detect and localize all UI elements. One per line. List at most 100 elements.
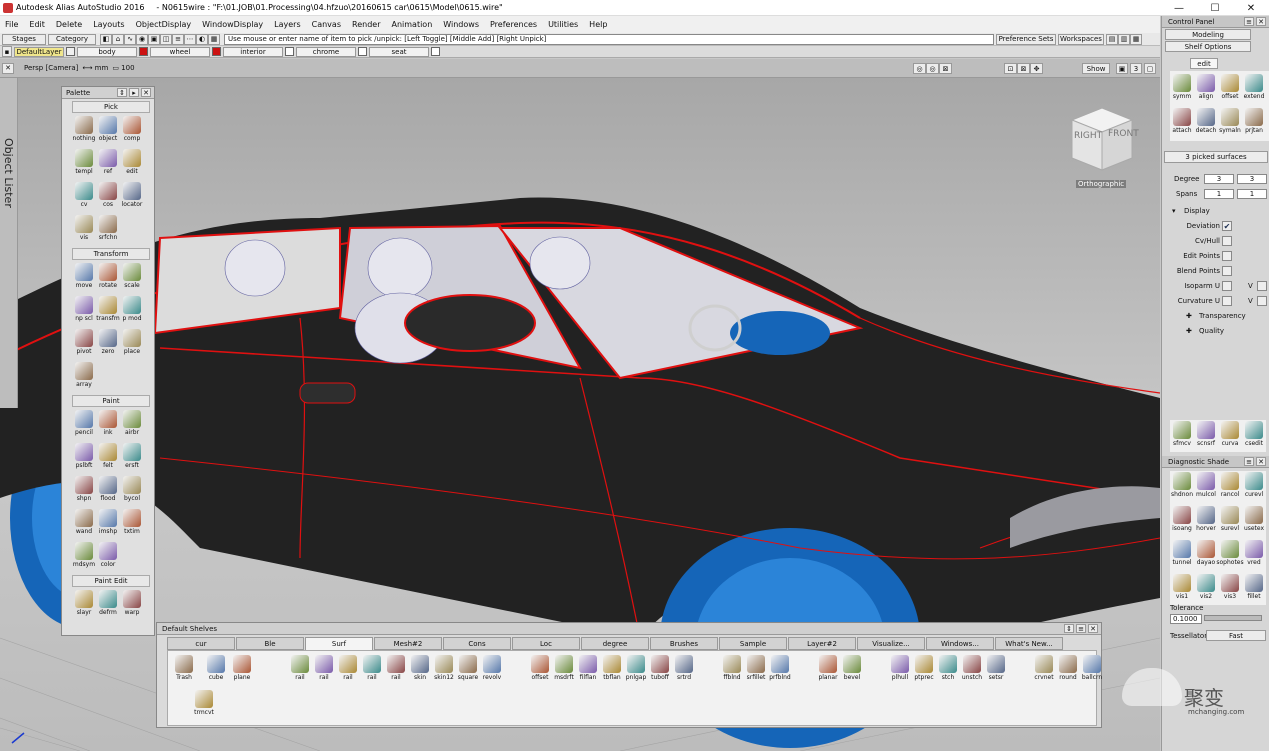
minimize-button[interactable]: — [1161, 0, 1197, 16]
display-option-checkbox[interactable] [1222, 235, 1232, 246]
layer-seat[interactable]: seat [369, 46, 429, 57]
shelf-tool-planar[interactable]: planar [816, 654, 840, 688]
layer-chrome[interactable]: chrome [296, 46, 356, 57]
diag-tool-horver[interactable]: horver [1194, 505, 1218, 537]
shelf-tool-plhull[interactable]: plhull [888, 654, 912, 688]
degree-u-input[interactable]: 3 [1204, 173, 1234, 184]
palette-tool-templ[interactable]: templ [72, 148, 96, 180]
shelf-tool-revolv[interactable]: revolv [480, 654, 504, 688]
shelf-tool-plane[interactable]: plane [230, 654, 254, 688]
show-button[interactable]: Show [1082, 63, 1110, 74]
tool-icon-8[interactable]: ⋯ [184, 33, 196, 45]
view-cube[interactable]: RIGHT FRONT [1066, 104, 1139, 176]
tessellator-dropdown[interactable]: Fast [1206, 630, 1266, 641]
viewport-close-icon[interactable]: ✕ [2, 62, 14, 74]
edit-tool-attach[interactable]: attach [1170, 107, 1194, 139]
shelf-tool-bevel[interactable]: bevel [840, 654, 864, 688]
edit-tool-offset[interactable]: offset [1218, 73, 1242, 105]
degree-v-input[interactable]: 3 [1237, 173, 1267, 184]
palette-resize-icon[interactable]: ⇕ [117, 88, 127, 97]
palette-tool-p-mod[interactable]: p mod [120, 295, 144, 327]
shelf-tool-srtrd[interactable]: srtrd [672, 654, 696, 688]
palette-tool-ref[interactable]: ref [96, 148, 120, 180]
shelf-tool-skin[interactable]: skin [408, 654, 432, 688]
diag-tool-fillet[interactable]: fillet [1242, 573, 1266, 605]
cp-tool-scnsrf[interactable]: scnsrf [1194, 420, 1218, 452]
edit-tab[interactable]: edit [1190, 58, 1218, 69]
menu-windows[interactable]: Windows [438, 20, 485, 29]
shelf-tool-ffblnd[interactable]: ffblnd [720, 654, 744, 688]
object-lister-tab[interactable]: Object Lister [0, 78, 18, 408]
shelf-tab-layer-2[interactable]: Layer#2 [788, 637, 856, 650]
tool-icon-4[interactable]: ◉ [136, 33, 148, 45]
palette-tool-srfchn[interactable]: srfchn [96, 214, 120, 246]
workspaces-button[interactable]: Workspaces [1058, 33, 1104, 45]
view-icon-2[interactable]: ⊠ [1017, 63, 1030, 74]
diag-tool-vis3[interactable]: vis3 [1218, 573, 1242, 605]
view-icon-1[interactable]: ⊡ [1004, 63, 1017, 74]
palette-tool-ersft[interactable]: ersft [120, 442, 144, 474]
pick-prompt-field[interactable]: Use mouse or enter name of item to pick … [224, 33, 994, 45]
layer-color-swatch[interactable] [66, 47, 75, 56]
shelf-tab-visualize-[interactable]: Visualize... [857, 637, 925, 650]
tool-icon-7[interactable]: ≡ [172, 33, 184, 45]
menu-objectdisplay[interactable]: ObjectDisplay [131, 20, 198, 29]
palette-tool-scale[interactable]: scale [120, 262, 144, 294]
shelf-tool-trash[interactable]: Trash [172, 654, 196, 688]
layer-defaultlayer[interactable]: DefaultLayer [14, 46, 64, 57]
palette-tool-shpn[interactable]: shpn [72, 475, 96, 507]
edit-tool-symm[interactable]: symm [1170, 73, 1194, 105]
view-icon-3[interactable]: ✥ [1030, 63, 1043, 74]
palette-tool-nothing[interactable]: nothing [72, 115, 96, 147]
shelves-resize-icon[interactable]: ⇕ [1064, 624, 1074, 633]
shelf-tool-crvnet[interactable]: crvnet [1032, 654, 1056, 688]
palette-section-paint-edit[interactable]: Paint Edit [72, 575, 150, 587]
edit-tool-prjtan[interactable]: prjtan [1242, 107, 1266, 139]
menu-file[interactable]: File [0, 20, 24, 29]
shelf-tool-unstch[interactable]: unstch [960, 654, 984, 688]
palette-tool-vis[interactable]: vis [72, 214, 96, 246]
menu-help[interactable]: Help [584, 20, 613, 29]
close-button[interactable]: ✕ [1233, 0, 1269, 16]
layer-wheel[interactable]: wheel [150, 46, 210, 57]
tolerance-input[interactable]: 0.1000 [1170, 614, 1202, 624]
menu-render[interactable]: Render [347, 20, 386, 29]
transparency-row[interactable]: ✚ Transparency [1162, 308, 1269, 323]
palette-tool-warp[interactable]: warp [120, 589, 144, 621]
tool-icon-2[interactable]: ⌂ [112, 33, 124, 45]
diag-tool-tunnel[interactable]: tunnel [1170, 539, 1194, 571]
shelf-tool-setsr[interactable]: setsr [984, 654, 1008, 688]
diag-tool-usetex[interactable]: usetex [1242, 505, 1266, 537]
camera-icon-2[interactable]: ◎ [926, 63, 939, 74]
palette-tool-color[interactable]: color [96, 541, 120, 573]
tool-icon-6[interactable]: ◫ [160, 33, 172, 45]
palette-tool-txtim[interactable]: txtim [120, 508, 144, 540]
shelf-tab-sample[interactable]: Sample [719, 637, 787, 650]
shelf-tool-rail[interactable]: rail [360, 654, 384, 688]
shelf-tab-degree[interactable]: degree [581, 637, 649, 650]
menu-utilities[interactable]: Utilities [543, 20, 584, 29]
cp-close-icon[interactable]: ✕ [1256, 17, 1266, 26]
viewport-maximize-icon[interactable]: ▢ [1144, 63, 1156, 74]
shelf-tool-rail[interactable]: rail [312, 654, 336, 688]
shelf-tool-stch[interactable]: stch [936, 654, 960, 688]
camera-icon-3[interactable]: ⊠ [939, 63, 952, 74]
diag-tool-rancol[interactable]: rancol [1218, 471, 1242, 503]
shelf-tool-filflan[interactable]: filflan [576, 654, 600, 688]
palette-tool-edit[interactable]: edit [120, 148, 144, 180]
preference-sets-button[interactable]: Preference Sets [996, 33, 1056, 45]
palette-tool-comp[interactable]: comp [120, 115, 144, 147]
tool-icon-3[interactable]: ∿ [124, 33, 136, 45]
palette-tool-imshp[interactable]: imshp [96, 508, 120, 540]
display-section[interactable]: ▾ Display [1162, 203, 1269, 218]
shelf-tab-what-s-new-[interactable]: What's New... [995, 637, 1063, 650]
diag-tool-dayao[interactable]: dayao [1194, 539, 1218, 571]
palette-tool-wand[interactable]: wand [72, 508, 96, 540]
shelf-tab-mesh-2[interactable]: Mesh#2 [374, 637, 442, 650]
modeling-dropdown[interactable]: Modeling [1165, 29, 1251, 40]
viewport-layout-icon[interactable]: ▣ [1116, 63, 1128, 74]
spans-u-input[interactable]: 1 [1204, 188, 1234, 199]
edit-tool-symaln[interactable]: symaln [1218, 107, 1242, 139]
ds-close-icon[interactable]: ✕ [1256, 457, 1266, 466]
shelf-tab-surf[interactable]: Surf [305, 637, 373, 650]
